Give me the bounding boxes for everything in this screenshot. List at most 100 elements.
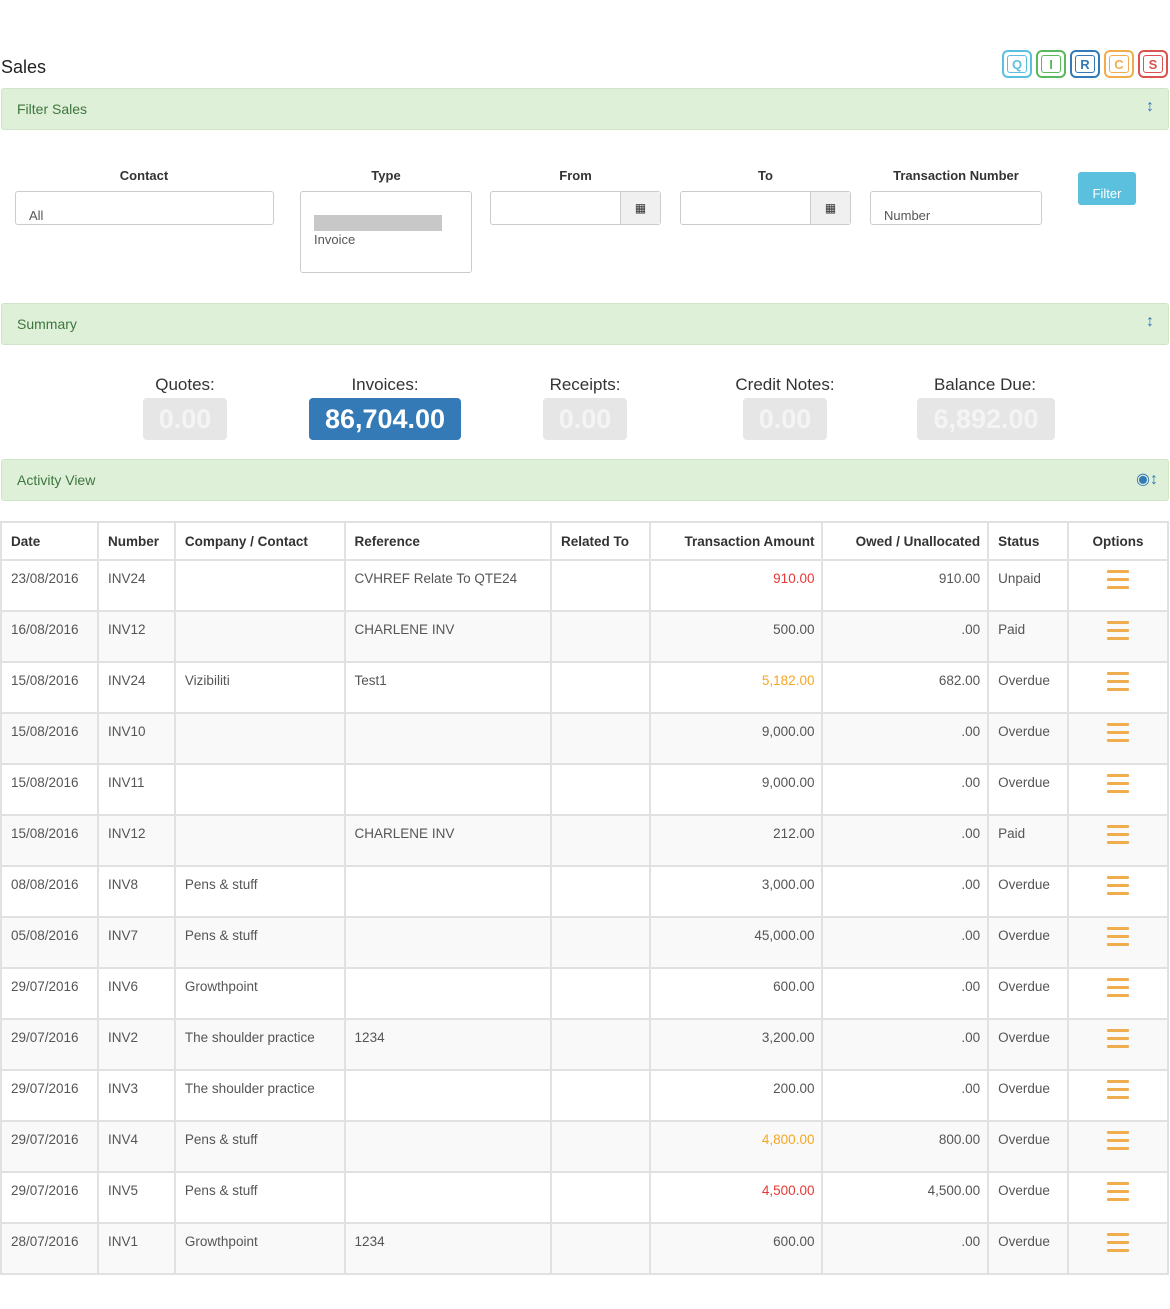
cell-reference bbox=[343, 1069, 553, 1122]
cell-owed: .00 bbox=[821, 1222, 990, 1275]
collapse-toggle-icon[interactable]: ↕ bbox=[1150, 471, 1158, 488]
cell-status: Overdue bbox=[987, 967, 1070, 1020]
quotes-total-button[interactable]: 0.00 bbox=[143, 398, 227, 440]
table-row[interactable]: 15/08/2016 INV24 Vizibiliti Test1 5,182.00 68… bbox=[0, 661, 1169, 714]
receipts-total-button[interactable]: 0.00 bbox=[543, 398, 627, 440]
cell-company bbox=[173, 763, 346, 816]
cell-options bbox=[1067, 865, 1169, 918]
summary-panel-header[interactable]: Summary ↕ bbox=[1, 303, 1169, 345]
cell-related bbox=[550, 712, 651, 765]
table-row[interactable]: 29/07/2016 INV5 Pens & stuff 4,500.00 4,500.… bbox=[0, 1171, 1169, 1224]
cell-date: 15/08/2016 bbox=[0, 661, 99, 714]
cell-company: The shoulder practice bbox=[173, 1069, 346, 1122]
hamburger-menu-icon[interactable] bbox=[1107, 1029, 1130, 1053]
to-date-input[interactable]: ▦ bbox=[680, 191, 851, 225]
quick-credit-button[interactable]: C bbox=[1104, 50, 1134, 78]
hamburger-menu-icon[interactable] bbox=[1107, 723, 1130, 747]
cell-date: 29/07/2016 bbox=[0, 1018, 99, 1071]
quick-quote-button[interactable]: Q bbox=[1002, 50, 1032, 78]
cell-status: Overdue bbox=[987, 916, 1070, 969]
cell-amount: 9,000.00 bbox=[648, 712, 824, 765]
cell-company: Pens & stuff bbox=[173, 1120, 346, 1173]
column-header-related[interactable]: Related To bbox=[550, 521, 651, 561]
cell-reference: 1234 bbox=[343, 1018, 553, 1071]
table-row[interactable]: 29/07/2016 INV2 The shoulder practice 1234 3… bbox=[0, 1018, 1169, 1071]
cell-status: Overdue bbox=[987, 712, 1070, 765]
cell-amount: 200.00 bbox=[648, 1069, 824, 1122]
cell-number: INV2 bbox=[96, 1018, 176, 1071]
filter-button[interactable]: Filter bbox=[1078, 172, 1136, 205]
column-header-status[interactable]: Status bbox=[987, 521, 1070, 561]
invoices-total-button[interactable]: 86,704.00 bbox=[309, 398, 461, 440]
column-header-company[interactable]: Company / Contact bbox=[173, 521, 346, 561]
cell-related bbox=[550, 967, 651, 1020]
summary-panel-title: Summary bbox=[17, 316, 77, 332]
activity-panel-header[interactable]: Activity View ◉↕ bbox=[1, 459, 1169, 501]
cell-amount: 910.00 bbox=[648, 559, 824, 612]
type-option-highlight bbox=[314, 215, 442, 231]
from-date-input[interactable]: ▦ bbox=[490, 191, 661, 225]
hamburger-menu-icon[interactable] bbox=[1107, 978, 1130, 1002]
table-row[interactable]: 15/08/2016 INV11 9,000.00.00 Overdue bbox=[0, 763, 1169, 816]
table-row[interactable]: 05/08/2016 INV7 Pens & stuff 45,000.00.00 Ov… bbox=[0, 916, 1169, 969]
column-header-number[interactable]: Number bbox=[96, 521, 176, 561]
table-row[interactable]: 29/07/2016 INV4 Pens & stuff 4,800.00 800.00… bbox=[0, 1120, 1169, 1173]
credit-notes-total-button[interactable]: 0.00 bbox=[743, 398, 827, 440]
hamburger-menu-icon[interactable] bbox=[1107, 672, 1130, 696]
invoices-label: Invoices: bbox=[351, 375, 419, 394]
cell-related bbox=[550, 661, 651, 714]
cell-options bbox=[1067, 1222, 1169, 1275]
column-header-date[interactable]: Date bbox=[0, 521, 99, 561]
cell-company: The shoulder practice bbox=[173, 1018, 346, 1071]
hamburger-menu-icon[interactable] bbox=[1107, 1080, 1130, 1104]
cell-options bbox=[1067, 712, 1169, 765]
hamburger-menu-icon[interactable] bbox=[1107, 1182, 1130, 1206]
cell-status: Overdue bbox=[987, 763, 1070, 816]
eye-icon[interactable]: ◉ bbox=[1136, 471, 1150, 488]
hamburger-menu-icon[interactable] bbox=[1107, 570, 1130, 594]
table-row[interactable]: 08/08/2016 INV8 Pens & stuff 3,000.00.00 Ove… bbox=[0, 865, 1169, 918]
table-row[interactable]: 15/08/2016 INV10 9,000.00.00 Overdue bbox=[0, 712, 1169, 765]
column-header-reference[interactable]: Reference bbox=[343, 521, 553, 561]
transaction-number-input[interactable]: Number bbox=[870, 191, 1042, 225]
balance-due-total-button[interactable]: 6,892.00 bbox=[917, 398, 1055, 440]
table-row[interactable]: 16/08/2016 INV12 CHARLENE INV 500.00.00 Paid bbox=[0, 610, 1169, 663]
table-row[interactable]: 28/07/2016 INV1 Growthpoint 1234 600.00.00 Ov… bbox=[0, 1222, 1169, 1275]
cell-date: 29/07/2016 bbox=[0, 1171, 99, 1224]
table-row[interactable]: 15/08/2016 INV12 CHARLENE INV 212.00.00 Paid bbox=[0, 814, 1169, 867]
hamburger-menu-icon[interactable] bbox=[1107, 825, 1130, 849]
column-header-owed[interactable]: Owed / Unallocated bbox=[821, 521, 990, 561]
table-row[interactable]: 29/07/2016 INV3 The shoulder practice 200.0… bbox=[0, 1069, 1169, 1122]
cell-amount: 600.00 bbox=[648, 967, 824, 1020]
hamburger-menu-icon[interactable] bbox=[1107, 774, 1130, 798]
filter-panel-header[interactable]: Filter Sales ↕ bbox=[1, 88, 1169, 130]
hamburger-menu-icon[interactable] bbox=[1107, 927, 1130, 951]
cell-options bbox=[1067, 610, 1169, 663]
cell-options bbox=[1067, 916, 1169, 969]
quick-invoice-button[interactable]: I bbox=[1036, 50, 1066, 78]
collapse-toggle-icon[interactable]: ↕ bbox=[1146, 98, 1154, 116]
column-header-amount[interactable]: Transaction Amount bbox=[648, 521, 824, 561]
contact-select[interactable]: All bbox=[15, 191, 274, 225]
cell-status: Overdue bbox=[987, 1018, 1070, 1071]
cell-related bbox=[550, 916, 651, 969]
hamburger-menu-icon[interactable] bbox=[1107, 876, 1130, 900]
quick-receipt-button[interactable]: R bbox=[1070, 50, 1100, 78]
cell-number: INV3 bbox=[96, 1069, 176, 1122]
cell-date: 15/08/2016 bbox=[0, 712, 99, 765]
collapse-toggle-icon[interactable]: ↕ bbox=[1146, 313, 1154, 331]
table-row[interactable]: 29/07/2016 INV6 Growthpoint 600.00.00 Overdu… bbox=[0, 967, 1169, 1020]
calendar-icon[interactable]: ▦ bbox=[810, 192, 850, 224]
quick-statement-button[interactable]: S bbox=[1138, 50, 1168, 78]
type-multiselect[interactable]: Invoice bbox=[300, 191, 472, 273]
cell-company: Growthpoint bbox=[173, 1222, 346, 1275]
hamburger-menu-icon[interactable] bbox=[1107, 1233, 1130, 1257]
table-row[interactable]: 23/08/2016 INV24 CVHREF Relate To QTE24 910… bbox=[0, 559, 1169, 612]
cell-related bbox=[550, 1018, 651, 1071]
cell-related bbox=[550, 1120, 651, 1173]
hamburger-menu-icon[interactable] bbox=[1107, 1131, 1130, 1155]
type-option-invoice[interactable]: Invoice bbox=[314, 232, 355, 247]
type-label: Type bbox=[371, 168, 401, 183]
hamburger-menu-icon[interactable] bbox=[1107, 621, 1130, 645]
calendar-icon[interactable]: ▦ bbox=[620, 192, 660, 224]
